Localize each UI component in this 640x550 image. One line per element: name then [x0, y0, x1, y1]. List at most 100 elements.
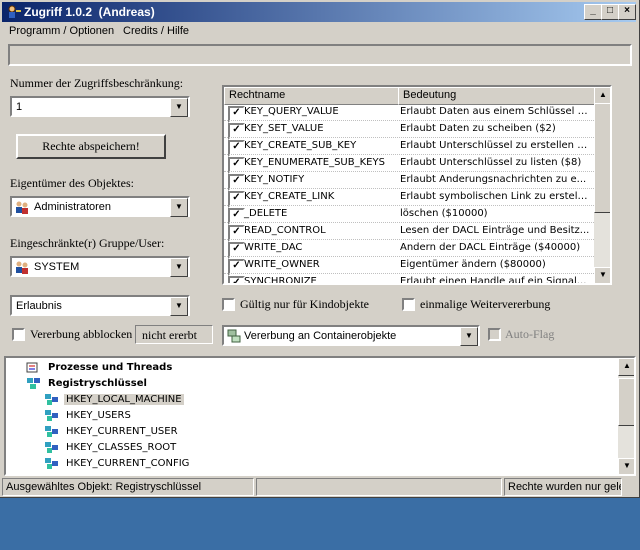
- scroll-down-icon[interactable]: ▼: [594, 267, 610, 283]
- rights-rows: ✓ KEY_QUERY_VALUE Erlaubt Daten aus einem …: [224, 104, 594, 285]
- tree-item-label: Prozesse und Threads: [48, 362, 173, 373]
- rights-row[interactable]: ✓ KEY_NOTIFY Erlaubt Änderungsnachrichten …: [224, 172, 594, 191]
- status-middle: [256, 478, 502, 496]
- tree-item-label: HKEY_LOCAL_MACHINE: [64, 394, 184, 405]
- right-meaning: Erlaubt Daten aus einem Schlüssel z...: [400, 106, 590, 117]
- tree-item-label: HKEY_CLASSES_ROOT: [66, 442, 177, 453]
- tree-item-label: HKEY_CURRENT_CONFIG: [66, 458, 190, 469]
- rights-row[interactable]: ✓ KEY_CREATE_SUB_KEY Erlaubt Unterschlüsse…: [224, 138, 594, 157]
- object-treeview[interactable]: Prozesse und Threads Registryschlüssel HKE…: [4, 356, 636, 476]
- block-inheritance-checkbox[interactable]: [12, 328, 25, 341]
- rights-row[interactable]: ✓ KEY_ENUMERATE_SUB_KEYS Erlaubt Unterschl…: [224, 155, 594, 174]
- one-time-checkbox[interactable]: [402, 298, 415, 311]
- inheritance-combo[interactable]: Vererbung an Containerobjekte ▼: [222, 325, 480, 346]
- scroll-thumb[interactable]: [594, 103, 610, 213]
- column-header-name[interactable]: Rechtname: [224, 87, 404, 105]
- right-name: KEY_CREATE_LINK: [244, 191, 335, 202]
- title-bar[interactable]: Zugriff 1.0.2 (Andreas) _ □ ×: [2, 2, 636, 22]
- tree-item-label: NTFS-Rechte: [46, 474, 122, 476]
- right-checkbox[interactable]: ✓: [228, 276, 245, 283]
- right-meaning: Erlaubt symbolischen Link zu erstelle...: [400, 191, 590, 202]
- window-title: Zugriff 1.0.2 (Andreas): [24, 5, 155, 19]
- rights-row[interactable]: ✓ KEY_QUERY_VALUE Erlaubt Daten aus einem …: [224, 104, 594, 123]
- restricted-user-label: Eingeschränkte(r) Gruppe/User:: [10, 236, 165, 250]
- rights-row[interactable]: ✓ KEY_SET_VALUE Erlaubt Daten zu scheiben …: [224, 121, 594, 140]
- right-meaning: löschen ($10000): [400, 208, 488, 219]
- owner-combo[interactable]: Administratoren ▼: [10, 196, 190, 217]
- menu-credits[interactable]: Credits / Hilfe: [123, 25, 189, 37]
- minimize-button[interactable]: _: [584, 4, 602, 20]
- rights-row[interactable]: ✓ KEY_CREATE_LINK Erlaubt symbolischen Lin…: [224, 189, 594, 208]
- main-window: Zugriff 1.0.2 (Andreas) _ □ × Programm /…: [0, 0, 640, 498]
- registry-key-icon: [44, 425, 60, 442]
- chevron-down-icon[interactable]: ▼: [170, 198, 188, 217]
- tree-item-label: Registryschlüssel: [48, 378, 147, 389]
- right-name: SYNCHRONIZE: [244, 276, 317, 285]
- rights-scrollbar[interactable]: ▲ ▼: [594, 87, 610, 283]
- restricted-user-combo[interactable]: SYSTEM ▼: [10, 256, 190, 277]
- permission-value: Erlaubnis: [16, 300, 62, 312]
- rights-row[interactable]: ✓ READ_CONTROL Lesen der DACL Einträge und…: [224, 223, 594, 242]
- right-meaning: Ändern der DACL Einträge ($40000): [400, 242, 581, 253]
- scroll-thumb[interactable]: [618, 378, 634, 426]
- chevron-down-icon[interactable]: ▼: [170, 258, 188, 277]
- rights-row[interactable]: ✓ SYNCHRONIZE Erlaubt einen Handle auf ein…: [224, 274, 594, 285]
- permission-combo[interactable]: Erlaubnis ▼: [10, 295, 190, 316]
- owner-label: Eigentümer des Objektes:: [10, 176, 134, 190]
- right-meaning: Erlaubt Unterschlüssel zu erstellen (...: [400, 140, 590, 151]
- right-meaning: Erlaubt einen Handle auf ein Signal...: [400, 276, 587, 285]
- group-icon: [16, 261, 28, 274]
- tree-item-label: HKEY_CURRENT_USER: [66, 426, 178, 437]
- status-selected: Ausgewähltes Objekt: Registryschlüssel: [2, 478, 254, 496]
- scroll-down-icon[interactable]: ▼: [618, 458, 634, 474]
- right-meaning: Lesen der DACL Einträge und Besitz...: [400, 225, 590, 236]
- right-meaning: Erlaubt Unterschlüssel zu listen ($8): [400, 157, 582, 168]
- auto-flag-checkbox[interactable]: [488, 328, 501, 341]
- folder-icon: [26, 473, 42, 474]
- chevron-down-icon[interactable]: ▼: [170, 297, 188, 316]
- right-meaning: Eigentümer ändern ($80000): [400, 259, 546, 270]
- rights-row[interactable]: ✓ WRITE_OWNER Eigentümer ändern ($80000): [224, 257, 594, 276]
- right-meaning: Erlaubt Änderungsnachrichten zu e...: [400, 174, 587, 185]
- right-name: KEY_SET_VALUE: [244, 123, 324, 134]
- chevron-down-icon[interactable]: ▼: [170, 98, 188, 117]
- scroll-up-icon[interactable]: ▲: [618, 358, 634, 376]
- restriction-value: 1: [16, 101, 23, 113]
- menu-bar: Programm / Optionen Credits / Hilfe: [2, 23, 636, 41]
- tree-items: Prozesse und Threads Registryschlüssel HKE…: [6, 358, 618, 474]
- maximize-button[interactable]: □: [601, 4, 619, 20]
- owner-value: Administratoren: [34, 201, 112, 213]
- restriction-combo[interactable]: 1 ▼: [10, 96, 190, 117]
- registry-icon: [26, 377, 42, 394]
- inheritance-icon: [227, 329, 241, 343]
- key-person-icon: [8, 5, 21, 18]
- rights-row[interactable]: ✓ WRITE_DAC Ändern der DACL Einträge ($400…: [224, 240, 594, 259]
- right-name: READ_CONTROL: [244, 225, 326, 236]
- toolbar-strip: [8, 44, 632, 66]
- rights-listview[interactable]: Rechtname Bedeutung ✓ KEY_QUERY_VALUE Erla…: [222, 85, 612, 285]
- registry-key-icon: [44, 409, 60, 426]
- restriction-label: Nummer der Zugriffsbeschränkung:: [10, 76, 184, 90]
- column-header-meaning[interactable]: Bedeutung: [398, 87, 600, 105]
- status-right: Rechte wurden nur gele: [504, 478, 622, 496]
- registry-key-icon: [44, 393, 60, 410]
- tree-item-label: HKEY_USERS: [66, 410, 131, 421]
- save-rights-button[interactable]: Rechte abspeichern!: [16, 134, 166, 159]
- right-name: WRITE_OWNER: [244, 259, 320, 270]
- registry-key-icon: [44, 441, 60, 458]
- chevron-down-icon[interactable]: ▼: [460, 327, 478, 346]
- registry-key-icon: [44, 457, 60, 474]
- right-meaning: Erlaubt Daten zu scheiben ($2): [400, 123, 556, 134]
- right-name: KEY_QUERY_VALUE: [244, 106, 339, 117]
- auto-flag-label: Auto-Flag: [505, 327, 555, 341]
- right-name: WRITE_DAC: [244, 242, 303, 253]
- rights-row[interactable]: ✓ _DELETE löschen ($10000): [224, 206, 594, 225]
- child-only-checkbox[interactable]: [222, 298, 235, 311]
- menu-programm[interactable]: Programm / Optionen: [9, 25, 114, 37]
- close-button[interactable]: ×: [618, 4, 636, 20]
- right-name: KEY_CREATE_SUB_KEY: [244, 140, 357, 151]
- tree-scrollbar[interactable]: ▲ ▼: [618, 358, 634, 474]
- group-icon: [16, 201, 28, 214]
- inheritance-status: nicht ererbt: [135, 325, 213, 344]
- right-name: KEY_NOTIFY: [244, 174, 305, 185]
